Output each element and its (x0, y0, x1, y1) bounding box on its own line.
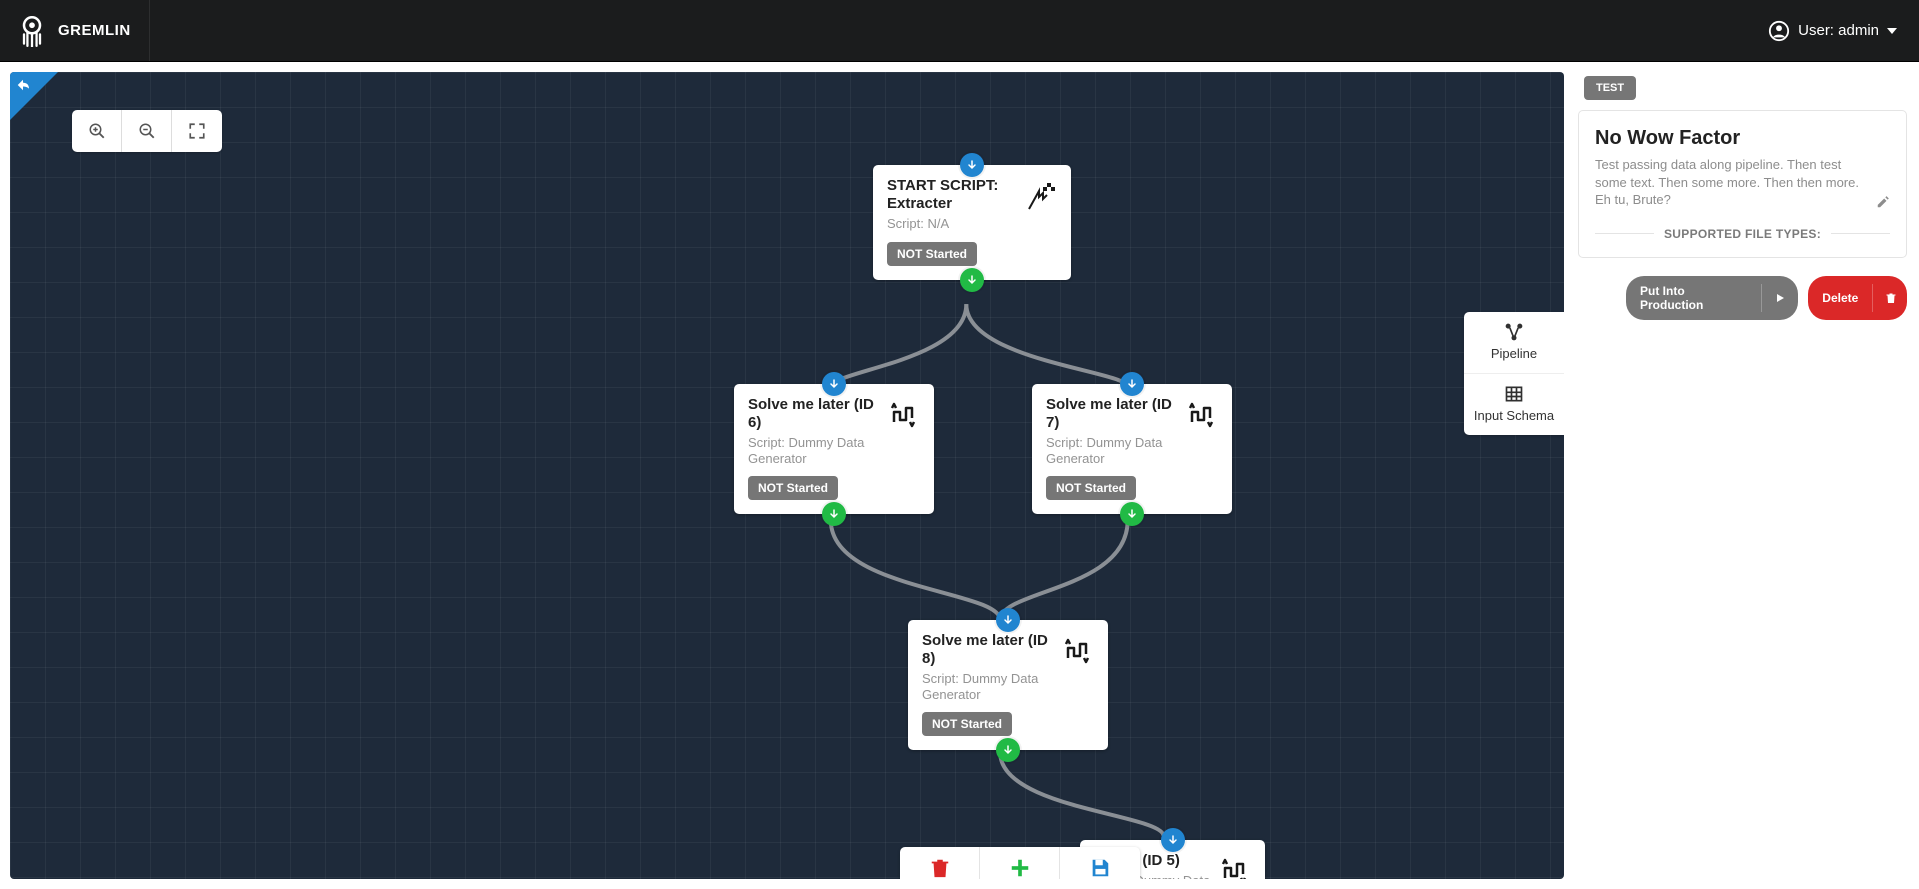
gremlin-logo-icon (18, 15, 46, 47)
node-start-script[interactable]: START SCRIPT: Extracter Script: N/A NOT … (873, 165, 1071, 280)
node-title: START SCRIPT: Extracter (887, 177, 1019, 213)
brand[interactable]: GREMLIN (0, 0, 150, 61)
data-flow-icon (1186, 398, 1218, 430)
node-script: Script: Dummy Data Generator (922, 671, 1056, 702)
divider-label: SUPPORTED FILE TYPES: (1664, 227, 1821, 241)
put-into-production-button[interactable]: Put Into Production (1626, 276, 1798, 320)
export-button[interactable]: Export (1060, 847, 1140, 879)
zoom-controls (72, 110, 222, 152)
port-out-icon[interactable] (822, 502, 846, 526)
start-flag-icon (1025, 179, 1057, 211)
status-badge: NOT Started (748, 476, 838, 500)
plus-icon (1009, 857, 1031, 879)
fit-icon (188, 122, 206, 140)
node-title: Solve me later (ID 8) (922, 632, 1056, 668)
chevron-down-icon (1887, 28, 1897, 34)
node-script: Script: Dummy Data Generator (1046, 435, 1180, 466)
port-in-icon[interactable] (996, 608, 1020, 632)
status-badge: NOT Started (887, 242, 977, 266)
node-solve-8[interactable]: Solve me later (ID 8) Script: Dummy Data… (908, 620, 1108, 750)
undo-icon (14, 76, 32, 94)
port-in-icon[interactable] (1120, 372, 1144, 396)
edit-icon[interactable] (1876, 195, 1890, 209)
properties-panel: TEST No Wow Factor Test passing data alo… (1574, 62, 1919, 889)
tab-pipeline[interactable]: Pipeline (1464, 312, 1564, 374)
pipeline-info-card: No Wow Factor Test passing data along pi… (1578, 110, 1907, 258)
pipeline-description: Test passing data along pipeline. Then t… (1595, 156, 1890, 209)
data-flow-icon (1219, 854, 1251, 879)
zoom-out-icon (138, 122, 156, 140)
play-icon (1761, 284, 1798, 312)
node-solve-7[interactable]: Solve me later (ID 7) Script: Dummy Data… (1032, 384, 1232, 514)
tab-label: Input Schema (1474, 408, 1554, 423)
status-badge: NOT Started (1046, 476, 1136, 500)
pipeline-title: No Wow Factor (1595, 127, 1890, 150)
zoom-in-button[interactable] (72, 110, 122, 152)
save-icon (1089, 857, 1111, 879)
node-action-bar: Delete Add Node Export (900, 847, 1140, 879)
delete-pipeline-button[interactable]: Delete (1808, 276, 1907, 320)
trash-icon (1872, 284, 1907, 312)
trash-icon (929, 857, 951, 879)
app-header: GREMLIN User: admin (0, 0, 1919, 62)
add-node-button[interactable]: Add Node (980, 847, 1060, 879)
port-out-icon[interactable] (996, 738, 1020, 762)
delete-node-button[interactable]: Delete (900, 847, 980, 879)
port-in-icon[interactable] (1161, 828, 1185, 852)
zoom-out-button[interactable] (122, 110, 172, 152)
tab-input-schema[interactable]: Input Schema (1464, 374, 1564, 435)
node-script: Script: Dummy Data Generator (748, 435, 882, 466)
data-flow-icon (888, 398, 920, 430)
user-label: User: admin (1798, 22, 1879, 39)
node-title: Solve me later (ID 7) (1046, 396, 1180, 432)
user-menu[interactable]: User: admin (1746, 20, 1919, 42)
data-flow-icon (1062, 634, 1094, 666)
port-out-icon[interactable] (1120, 502, 1144, 526)
pipeline-canvas[interactable]: START SCRIPT: Extracter Script: N/A NOT … (10, 72, 1564, 879)
port-in-icon[interactable] (960, 153, 984, 177)
tab-label: Pipeline (1491, 346, 1537, 361)
button-label: Put Into Production (1626, 276, 1761, 320)
canvas-side-tabs: Pipeline Input Schema (1464, 312, 1564, 435)
button-label: Delete (1808, 283, 1872, 313)
port-out-icon[interactable] (960, 268, 984, 292)
user-icon (1768, 20, 1790, 42)
test-badge: TEST (1584, 76, 1636, 100)
file-types-divider: SUPPORTED FILE TYPES: (1595, 227, 1890, 241)
status-badge: NOT Started (922, 712, 1012, 736)
canvas-back-button[interactable] (10, 72, 58, 120)
table-icon (1504, 384, 1524, 404)
pipeline-icon (1504, 322, 1524, 342)
zoom-in-icon (88, 122, 106, 140)
node-script: Script: N/A (887, 216, 1019, 232)
app-title: GREMLIN (58, 22, 131, 39)
node-title: Solve me later (ID 6) (748, 396, 882, 432)
fit-screen-button[interactable] (172, 110, 222, 152)
port-in-icon[interactable] (822, 372, 846, 396)
node-solve-6[interactable]: Solve me later (ID 6) Script: Dummy Data… (734, 384, 934, 514)
